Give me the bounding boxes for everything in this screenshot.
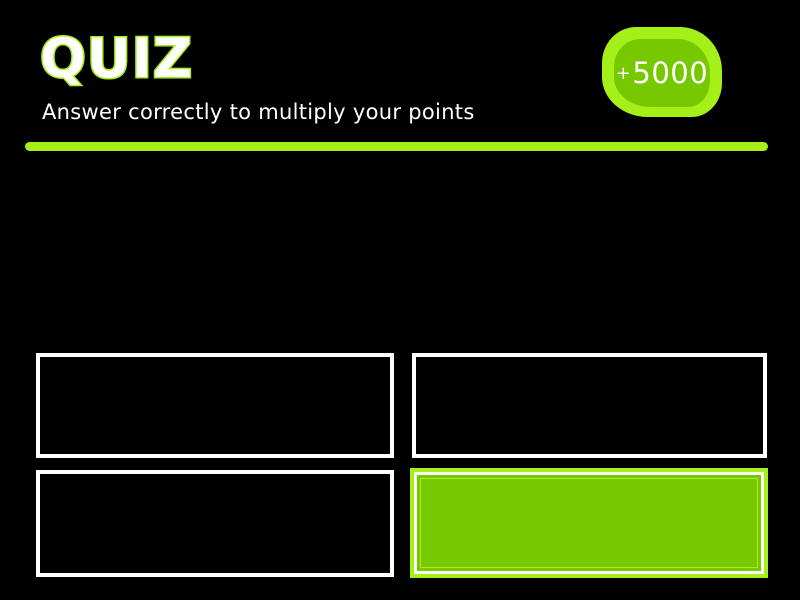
- answer-option-1[interactable]: [36, 353, 394, 458]
- answer-option-2[interactable]: [412, 353, 767, 458]
- score-prefix: +: [615, 62, 632, 84]
- answer-option-4-selected[interactable]: [410, 468, 768, 578]
- score-badge: +5000: [602, 27, 722, 117]
- score-number: 5000: [632, 56, 709, 90]
- score-value: +5000: [602, 27, 722, 119]
- answer-option-3-label: [40, 474, 390, 573]
- answer-option-1-label: [40, 357, 390, 454]
- quiz-title: QUIZ: [38, 26, 194, 92]
- header-divider: [25, 142, 768, 151]
- answer-option-3[interactable]: [36, 470, 394, 577]
- answer-option-2-label: [416, 357, 763, 454]
- answer-option-4-label: [410, 468, 768, 578]
- quiz-subtitle: Answer correctly to multiply your points: [42, 100, 475, 124]
